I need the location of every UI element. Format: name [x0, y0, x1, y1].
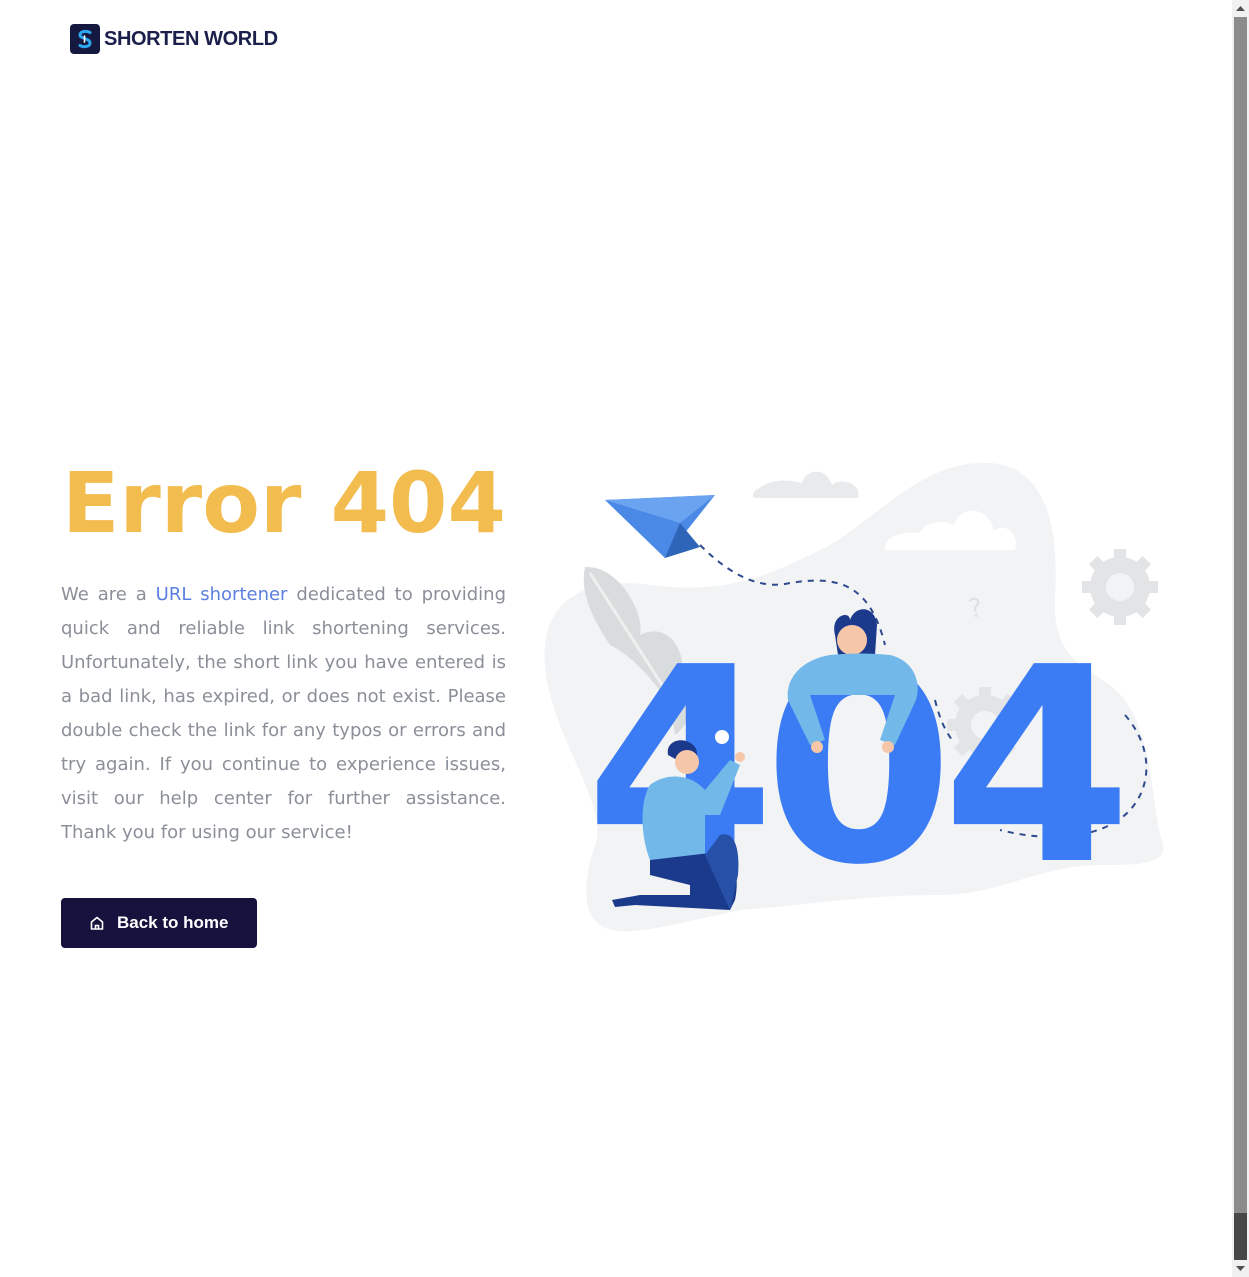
logo-text: SHORTEN WORLD — [104, 27, 278, 50]
cloud-top — [753, 471, 859, 498]
page-title: Error 404 — [62, 454, 506, 552]
shorten-world-logo-icon — [70, 24, 100, 54]
paper-plane-icon — [605, 495, 715, 558]
vertical-scrollbar[interactable] — [1232, 0, 1249, 1277]
site-logo[interactable]: SHORTEN WORLD — [70, 24, 278, 54]
home-icon — [90, 916, 104, 930]
page: SHORTEN WORLD Error 404 We are a URL sho… — [0, 0, 1232, 1277]
back-to-home-label: Back to home — [117, 913, 229, 932]
scroll-down-arrow-icon[interactable] — [1232, 1260, 1249, 1277]
scroll-up-arrow-icon[interactable] — [1232, 0, 1249, 17]
url-shortener-link[interactable]: URL shortener — [156, 584, 288, 605]
description-text-start: We are a — [61, 584, 156, 605]
error-description: We are a URL shortener dedicated to prov… — [61, 578, 506, 850]
scrollbar-track[interactable] — [1234, 1213, 1247, 1260]
description-text-end: dedicated to providing quick and reliabl… — [61, 584, 506, 843]
error-404-illustration: ? 404 — [544, 462, 1164, 932]
scrollbar-thumb[interactable] — [1234, 17, 1247, 1213]
back-to-home-button[interactable]: Back to home — [61, 898, 257, 948]
